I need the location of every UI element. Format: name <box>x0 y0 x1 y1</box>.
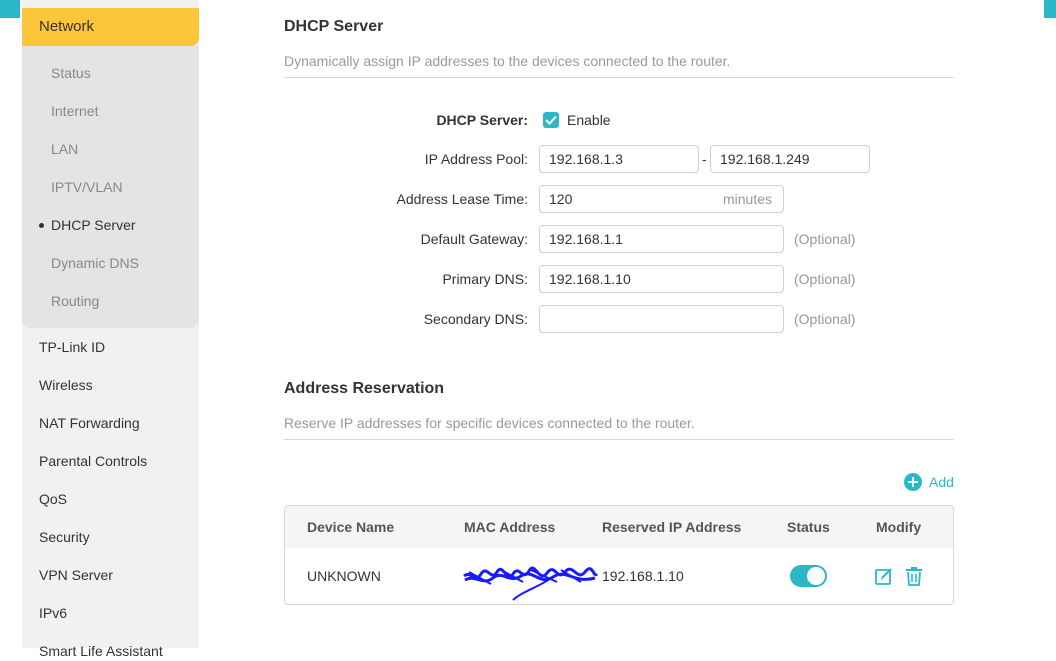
reservation-section-description: Reserve IP addresses for specific device… <box>284 415 695 431</box>
reservation-table: Device Name MAC Address Reserved IP Addr… <box>284 505 954 605</box>
lease-time-label: Address Lease Time: <box>396 191 528 207</box>
column-reserved-ip: Reserved IP Address <box>602 519 742 535</box>
add-reservation-button[interactable]: Add <box>904 473 954 491</box>
sidebar-subitem-dhcp-server[interactable]: DHCP Server <box>39 215 136 235</box>
sidebar-subitem-status[interactable]: Status <box>51 63 91 83</box>
sidebar-item-security[interactable]: Security <box>39 527 90 547</box>
sidebar: Network Status Internet LAN IPTV/VLAN DH… <box>22 0 199 659</box>
edit-icon[interactable] <box>874 566 894 586</box>
dhcp-enable-label[interactable]: Enable <box>567 112 611 128</box>
sidebar-item-network[interactable]: Network <box>22 8 199 46</box>
row-reserved-ip: 192.168.1.10 <box>602 568 684 584</box>
lease-time-unit: minutes <box>723 191 773 207</box>
sidebar-item-vpn-server[interactable]: VPN Server <box>39 565 113 585</box>
sidebar-item-qos[interactable]: QoS <box>39 489 67 509</box>
ip-pool-separator: - <box>702 151 707 167</box>
header-accent-left <box>0 0 20 18</box>
sidebar-item-tp-link-id[interactable]: TP-Link ID <box>39 337 105 357</box>
reservation-section-divider <box>284 439 954 440</box>
default-gateway-optional: (Optional) <box>794 231 856 247</box>
default-gateway-input[interactable]: 192.168.1.1 <box>539 225 784 253</box>
status-toggle[interactable] <box>790 565 827 587</box>
dhcp-section-title: DHCP Server <box>284 18 384 35</box>
column-status: Status <box>787 519 830 535</box>
primary-dns-optional: (Optional) <box>794 271 856 287</box>
ip-pool-start-input[interactable]: 192.168.1.3 <box>539 145 699 173</box>
trash-icon[interactable] <box>904 566 924 586</box>
secondary-dns-optional: (Optional) <box>794 311 856 327</box>
sidebar-subitem-internet[interactable]: Internet <box>51 101 98 121</box>
checkmark-icon <box>545 115 557 125</box>
plus-circle-icon <box>904 473 922 491</box>
primary-dns-input[interactable]: 192.168.1.10 <box>539 265 784 293</box>
dhcp-section-description: Dynamically assign IP addresses to the d… <box>284 53 731 69</box>
dhcp-section-divider <box>284 77 954 78</box>
mac-address-redaction <box>463 566 599 601</box>
sidebar-subitem-routing[interactable]: Routing <box>51 291 99 311</box>
ip-pool-label: IP Address Pool: <box>424 151 528 167</box>
column-device-name: Device Name <box>307 519 395 535</box>
sidebar-item-wireless[interactable]: Wireless <box>39 375 93 395</box>
dhcp-enable-checkbox[interactable] <box>543 112 559 128</box>
sidebar-item-parental-controls[interactable]: Parental Controls <box>39 451 147 471</box>
add-label: Add <box>929 474 954 490</box>
sidebar-item-smart-life-assistant[interactable]: Smart Life Assistant <box>39 641 163 661</box>
sidebar-subitem-iptv-vlan[interactable]: IPTV/VLAN <box>51 177 123 197</box>
column-mac-address: MAC Address <box>464 519 556 535</box>
primary-dns-label: Primary DNS: <box>442 271 528 287</box>
secondary-dns-label: Secondary DNS: <box>423 311 528 327</box>
sidebar-item-ipv6[interactable]: IPv6 <box>39 603 67 623</box>
reservation-section-title: Address Reservation <box>284 380 445 397</box>
default-gateway-label: Default Gateway: <box>420 231 528 247</box>
secondary-dns-input[interactable] <box>539 305 784 333</box>
header-accent-right <box>1044 0 1056 18</box>
toggle-knob <box>807 567 825 585</box>
dhcp-server-label: DHCP Server: <box>436 112 528 128</box>
column-modify: Modify <box>876 519 922 535</box>
sidebar-item-nat-forwarding[interactable]: NAT Forwarding <box>39 413 140 433</box>
sidebar-subitem-dynamic-dns[interactable]: Dynamic DNS <box>51 253 139 273</box>
row-device-name: UNKNOWN <box>307 568 381 584</box>
sidebar-subitem-lan[interactable]: LAN <box>51 139 78 159</box>
ip-pool-end-input[interactable]: 192.168.1.249 <box>710 145 870 173</box>
